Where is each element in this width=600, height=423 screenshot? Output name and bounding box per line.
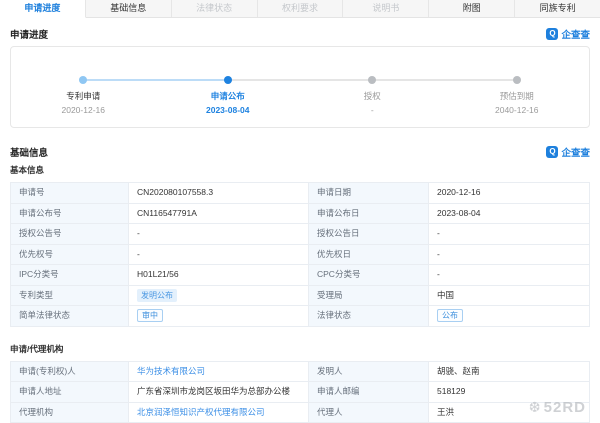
timeline-step-grant: 授权 - (300, 76, 445, 115)
qichacha-logo-text: 企查查 (561, 27, 590, 41)
step-label: 申请公布 (156, 90, 301, 102)
field-label: 授权公告号 (11, 224, 129, 245)
snowflake-icon: ❆ (529, 399, 541, 416)
field-value-applicant-address: 广东省深圳市龙岗区坂田华为总部办公楼 (129, 382, 309, 403)
timeline-step-publication: 申请公布 2023-08-04 (156, 76, 301, 115)
top-tab-bar: 申请进度 基础信息 法律状态 权利要求 说明书 附图 同族专利 (0, 0, 600, 18)
basic-section-title: 基础信息 (10, 145, 48, 159)
field-label: 代理人 (309, 403, 429, 423)
step-date: 2023-08-04 (156, 105, 301, 115)
step-dot-icon (79, 76, 87, 84)
qichacha-logo-text: 企查查 (561, 145, 590, 159)
applicant-link[interactable]: 华为技术有限公司 (137, 366, 205, 376)
status-badge: 审中 (137, 309, 163, 322)
watermark-text: 52RD (544, 399, 586, 416)
field-value-application-date: 2020-12-16 (429, 183, 590, 204)
field-value-publication-number: CN116547791A (129, 204, 309, 225)
tab-legal-status[interactable]: 法律状态 (172, 0, 258, 17)
field-value-priority-date: - (429, 245, 590, 266)
field-value-simple-legal-status: 审中 (129, 306, 309, 327)
field-value-agency: 北京润泽恒知识产权代理有限公司 (129, 403, 309, 423)
field-label: 优先权日 (309, 245, 429, 266)
field-value-grant-date: - (429, 224, 590, 245)
status-badge: 公布 (437, 309, 463, 322)
field-value-application-number: CN202080107558.3 (129, 183, 309, 204)
field-label: IPC分类号 (11, 265, 129, 286)
field-value-patent-type: 发明公布 (129, 286, 309, 307)
patent-type-badge: 发明公布 (137, 289, 177, 302)
progress-section-title: 申请进度 (10, 27, 48, 41)
field-value-cpc-class: - (429, 265, 590, 286)
step-date: - (300, 105, 445, 115)
agency-subtitle: 申请/代理机构 (10, 343, 590, 355)
step-label: 专利申请 (11, 90, 156, 102)
step-dot-icon (368, 76, 376, 84)
step-label: 预估到期 (445, 90, 590, 102)
field-value-publication-date: 2023-08-04 (429, 204, 590, 225)
field-label: 申请人地址 (11, 382, 129, 403)
field-label: 专利类型 (11, 286, 129, 307)
qichacha-brand-logo: Q 企查查 (546, 27, 590, 41)
field-label: 授权公告日 (309, 224, 429, 245)
tab-application-progress[interactable]: 申请进度 (0, 0, 86, 18)
field-value-inventors: 胡骁、赵南 (429, 362, 590, 383)
field-label: 受理局 (309, 286, 429, 307)
field-value-grant-number: - (129, 224, 309, 245)
field-label: 申请人邮编 (309, 382, 429, 403)
basic-info-table: 申请号 CN202080107558.3 申请日期 2020-12-16 申请公… (10, 182, 590, 327)
field-label: 法律状态 (309, 306, 429, 327)
field-label: 优先权号 (11, 245, 129, 266)
tab-patent-family[interactable]: 同族专利 (515, 0, 600, 17)
field-label: 代理机构 (11, 403, 129, 423)
field-value-applicant: 华为技术有限公司 (129, 362, 309, 383)
basic-info-subtitle: 基本信息 (10, 164, 590, 176)
agency-table: 申请(专利权)人 华为技术有限公司 发明人 胡骁、赵南 申请人地址 广东省深圳市… (10, 361, 590, 423)
tab-basic-info[interactable]: 基础信息 (86, 0, 172, 17)
step-date: 2020-12-16 (11, 105, 156, 115)
field-label: 申请(专利权)人 (11, 362, 129, 383)
tab-claims[interactable]: 权利要求 (258, 0, 344, 17)
progress-timeline-card: 专利申请 2020-12-16 申请公布 2023-08-04 授权 - 预估到… (10, 46, 590, 128)
qichacha-logo-icon: Q (546, 28, 558, 40)
field-label: 申请号 (11, 183, 129, 204)
step-dot-icon (224, 76, 232, 84)
field-label: CPC分类号 (309, 265, 429, 286)
field-value-ipc-class: H01L21/56 (129, 265, 309, 286)
field-label: 申请公布号 (11, 204, 129, 225)
qichacha-logo-icon: Q (546, 146, 558, 158)
field-label: 申请公布日 (309, 204, 429, 225)
tab-description[interactable]: 说明书 (343, 0, 429, 17)
timeline: 专利申请 2020-12-16 申请公布 2023-08-04 授权 - 预估到… (11, 47, 589, 115)
agency-link[interactable]: 北京润泽恒知识产权代理有限公司 (137, 407, 265, 417)
52rd-watermark: ❆ 52RD (529, 399, 586, 416)
step-label: 授权 (300, 90, 445, 102)
timeline-step-filing: 专利申请 2020-12-16 (11, 76, 156, 115)
step-date: 2040-12-16 (445, 105, 590, 115)
field-label: 发明人 (309, 362, 429, 383)
field-label: 简单法律状态 (11, 306, 129, 327)
tab-drawings[interactable]: 附图 (429, 0, 515, 17)
step-dot-icon (513, 76, 521, 84)
field-value-receiving-office: 中国 (429, 286, 590, 307)
timeline-step-estimated-expiry: 预估到期 2040-12-16 (445, 76, 590, 115)
field-value-priority-number: - (129, 245, 309, 266)
qichacha-brand-logo: Q 企查查 (546, 145, 590, 159)
field-label: 申请日期 (309, 183, 429, 204)
field-value-legal-status: 公布 (429, 306, 590, 327)
